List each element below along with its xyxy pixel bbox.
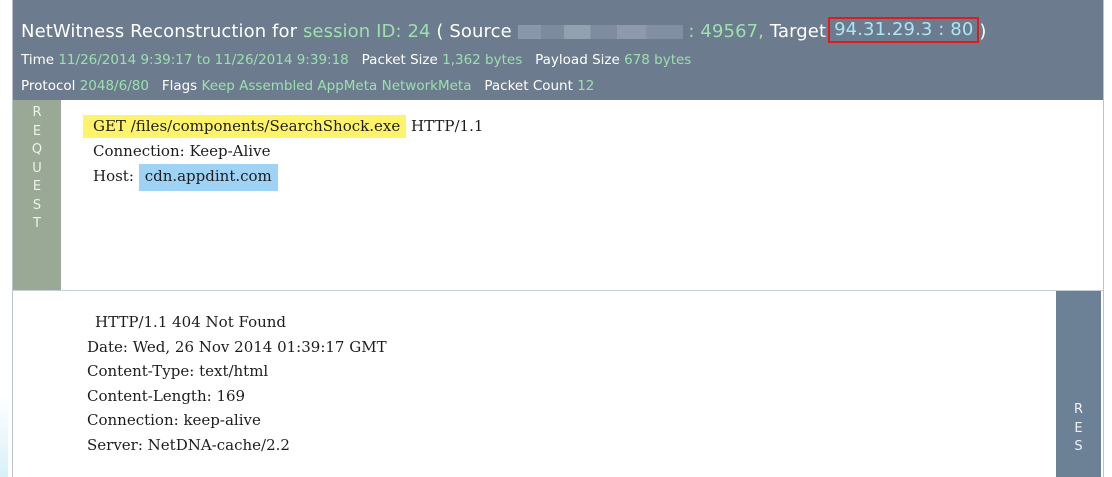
target-label: Target bbox=[769, 21, 827, 42]
window-title: NetWitness Reconstruction for bbox=[21, 21, 298, 42]
session-flags-row: Protocol 2048/6/80 Flags Keep Assembled … bbox=[21, 78, 594, 94]
host-value-highlight: cdn.appdint.com bbox=[138, 164, 278, 191]
response-tab-letter: S bbox=[1074, 439, 1083, 454]
request-header-connection: Connection: Keep-Alive bbox=[93, 142, 271, 160]
page-edge-accent bbox=[0, 395, 8, 477]
payload-size-value: 678 bytes bbox=[624, 52, 692, 68]
request-tab-letter: Q bbox=[31, 142, 43, 157]
request-protocol: HTTP/1.1 bbox=[411, 117, 484, 135]
protocol-value: 2048/6/80 bbox=[79, 78, 149, 94]
request-tab-letter: E bbox=[32, 123, 42, 139]
target-highlight-box: 94.31.29.3 : 80 bbox=[828, 17, 980, 43]
session-title-row: NetWitness Reconstruction for session ID… bbox=[21, 17, 987, 45]
response-header-line: Content-Length: 169 bbox=[87, 386, 246, 405]
response-tab-letter: R bbox=[1073, 402, 1084, 417]
request-tab-letter: U bbox=[32, 160, 42, 176]
request-pane: R E Q U E S T GET /files/components/Sear… bbox=[13, 100, 1103, 291]
time-value: 11/26/2014 9:39:17 to 11/26/2014 9:39:18 bbox=[58, 52, 349, 68]
request-line: GET /files/components/SearchShock.exe HT… bbox=[83, 114, 484, 139]
request-path-highlight: GET /files/components/SearchShock.exe bbox=[83, 115, 407, 138]
packet-size-label: Packet Size bbox=[361, 52, 438, 68]
response-content: HTTP/1.1 404 Not Found Date: Wed, 26 Nov… bbox=[87, 310, 387, 458]
source-port: : 49567, bbox=[688, 21, 764, 42]
request-tab[interactable]: R E Q U E S T bbox=[13, 100, 61, 290]
source-label: ( Source bbox=[436, 21, 512, 42]
response-tab[interactable]: R E S bbox=[1056, 291, 1101, 477]
packet-size-value: 1,362 bytes bbox=[442, 52, 523, 68]
protocol-label: Protocol bbox=[21, 78, 76, 94]
session-header: NetWitness Reconstruction for session ID… bbox=[13, 0, 1103, 100]
request-tab-letter: R bbox=[32, 105, 42, 120]
session-id: session ID: 24 bbox=[302, 21, 431, 42]
packet-count-label: Packet Count bbox=[484, 78, 573, 94]
response-header-line: Connection: keep-alive bbox=[87, 411, 261, 430]
host-label: Host: bbox=[93, 167, 134, 185]
request-tab-letter: E bbox=[32, 179, 42, 194]
response-pane: HTTP/1.1 404 Not Found Date: Wed, 26 Nov… bbox=[13, 291, 1103, 477]
session-meta-row: Time 11/26/2014 9:39:17 to 11/26/2014 9:… bbox=[21, 52, 691, 68]
time-label: Time bbox=[21, 52, 55, 68]
request-content: GET /files/components/SearchShock.exe HT… bbox=[83, 114, 484, 191]
response-tab-letter: E bbox=[1074, 420, 1083, 436]
request-header-host: Host: cdn.appdint.com bbox=[93, 164, 483, 191]
response-header-line: Date: Wed, 26 Nov 2014 01:39:17 GMT bbox=[87, 337, 387, 356]
reconstruction-window: NetWitness Reconstruction for session ID… bbox=[12, 0, 1104, 477]
response-status-line: HTTP/1.1 404 Not Found bbox=[95, 313, 287, 331]
close-paren: ) bbox=[979, 21, 987, 42]
request-tab-letter: S bbox=[32, 197, 42, 213]
flags-value: Keep Assembled AppMeta NetworkMeta bbox=[201, 78, 472, 94]
payload-size-label: Payload Size bbox=[535, 52, 620, 68]
request-tab-letter: T bbox=[33, 216, 41, 231]
packet-count-value: 12 bbox=[577, 78, 595, 94]
response-header-line: Content-Type: text/html bbox=[87, 362, 269, 381]
redacted-source-ip bbox=[517, 25, 683, 39]
flags-label: Flags bbox=[161, 78, 198, 94]
target-address: 94.31.29.3 : 80 bbox=[834, 19, 974, 40]
response-header-line: Server: NetDNA-cache/2.2 bbox=[87, 435, 290, 454]
